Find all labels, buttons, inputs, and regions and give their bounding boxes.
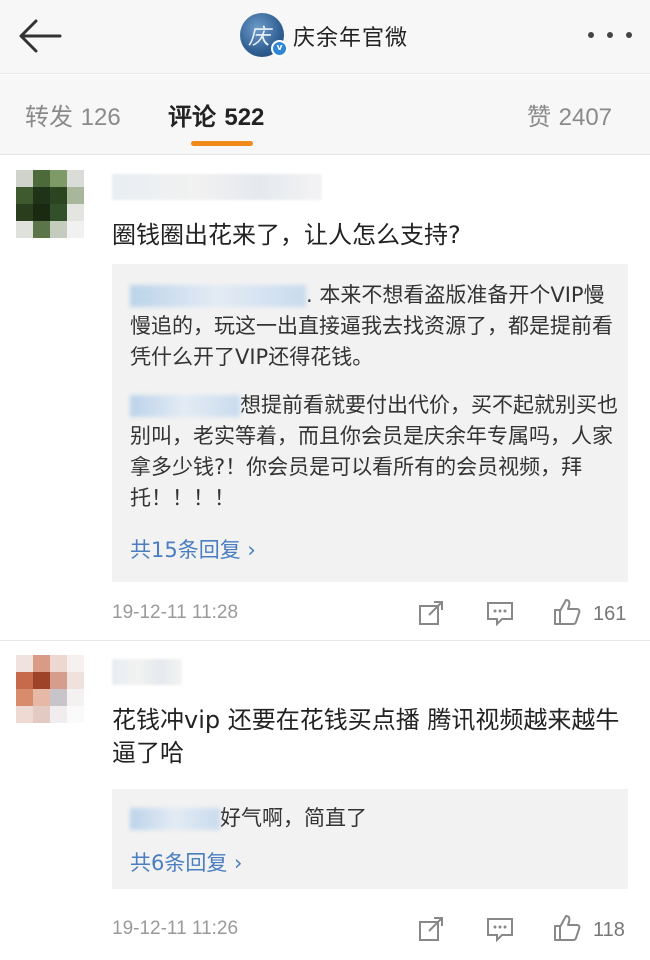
like-count: 118 — [593, 919, 625, 941]
view-more-replies-link[interactable]: 共6条回复 › — [130, 847, 242, 877]
tab-bar: 转发 126 评论 522 赞 2407 — [0, 75, 650, 155]
tab-reposts-label: 转发 — [25, 103, 73, 131]
comment-timestamp: 19-12-11 11:28 — [112, 602, 239, 623]
tab-comments-label: 评论 — [168, 103, 216, 131]
like-count: 161 — [593, 603, 627, 625]
more-dots-icon[interactable] — [584, 24, 636, 46]
reply-username-redacted[interactable] — [130, 808, 220, 830]
back-arrow-icon[interactable] — [14, 14, 64, 58]
top-bar: 庆 v 庆余年官微 — [0, 0, 650, 74]
reply-box[interactable]: . 本来不想看盗版准备开个VIP慢慢追的，玩这一出直接逼我去找资源了，都是提前看… — [112, 264, 628, 582]
share-icon[interactable] — [417, 599, 445, 627]
tab-likes-count: 2407 — [558, 104, 613, 131]
tab-likes-label: 赞 — [527, 103, 551, 131]
like-icon[interactable] — [552, 597, 582, 625]
comment-item: 花钱冲vip 还要在花钱买点播 腾讯视频越来越牛逼了哈 好气啊，简直了 共6条回… — [0, 641, 650, 960]
active-tab-indicator — [191, 141, 253, 146]
reply-item: 好气啊，简直了 — [130, 803, 620, 834]
tab-comments-count: 522 — [224, 104, 265, 131]
view-more-replies-link[interactable]: 共15条回复 › — [130, 534, 256, 564]
avatar-glyph: 庆 — [248, 25, 271, 50]
tab-comments[interactable]: 评论 522 — [168, 97, 264, 132]
reply-box[interactable]: 好气啊，简直了 共6条回复 › — [112, 789, 628, 889]
comment-icon[interactable] — [485, 915, 515, 943]
commenter-name-redacted[interactable] — [112, 659, 182, 685]
comment-item: 圈钱圈出花来了，让人怎么支持? . 本来不想看盗版准备开个VIP慢慢追的，玩这一… — [0, 156, 650, 640]
commenter-avatar[interactable] — [16, 170, 84, 238]
comment-text: 圈钱圈出花来了，让人怎么支持? — [112, 221, 461, 249]
reply-item: . 本来不想看盗版准备开个VIP慢慢追的，玩这一出直接逼我去找资源了，都是提前看… — [130, 280, 620, 373]
tab-likes[interactable]: 赞 2407 — [527, 97, 612, 132]
tab-reposts-count: 126 — [80, 104, 121, 131]
tab-reposts[interactable]: 转发 126 — [25, 97, 121, 132]
comment-icon[interactable] — [485, 599, 515, 627]
comment-timestamp: 19-12-11 11:26 — [112, 918, 239, 939]
like-icon[interactable] — [552, 913, 582, 941]
commenter-name-redacted[interactable] — [112, 174, 322, 200]
reply-username-redacted[interactable] — [130, 395, 240, 417]
commenter-avatar[interactable] — [16, 655, 84, 723]
comment-text: 花钱冲vip 还要在花钱买点播 腾讯视频越来越牛逼了哈 — [112, 706, 620, 767]
reply-username-redacted[interactable] — [130, 285, 306, 307]
reply-text: 好气啊，简直了 — [220, 806, 367, 830]
share-icon[interactable] — [417, 915, 445, 943]
account-name[interactable]: 庆余年官微 — [293, 20, 408, 52]
verified-badge-icon: v — [271, 40, 288, 57]
reply-item: 想提前看就要付出代价，买不起就别买也别叫，老实等着，而且你会员是庆余年专属吗，人… — [130, 390, 620, 514]
